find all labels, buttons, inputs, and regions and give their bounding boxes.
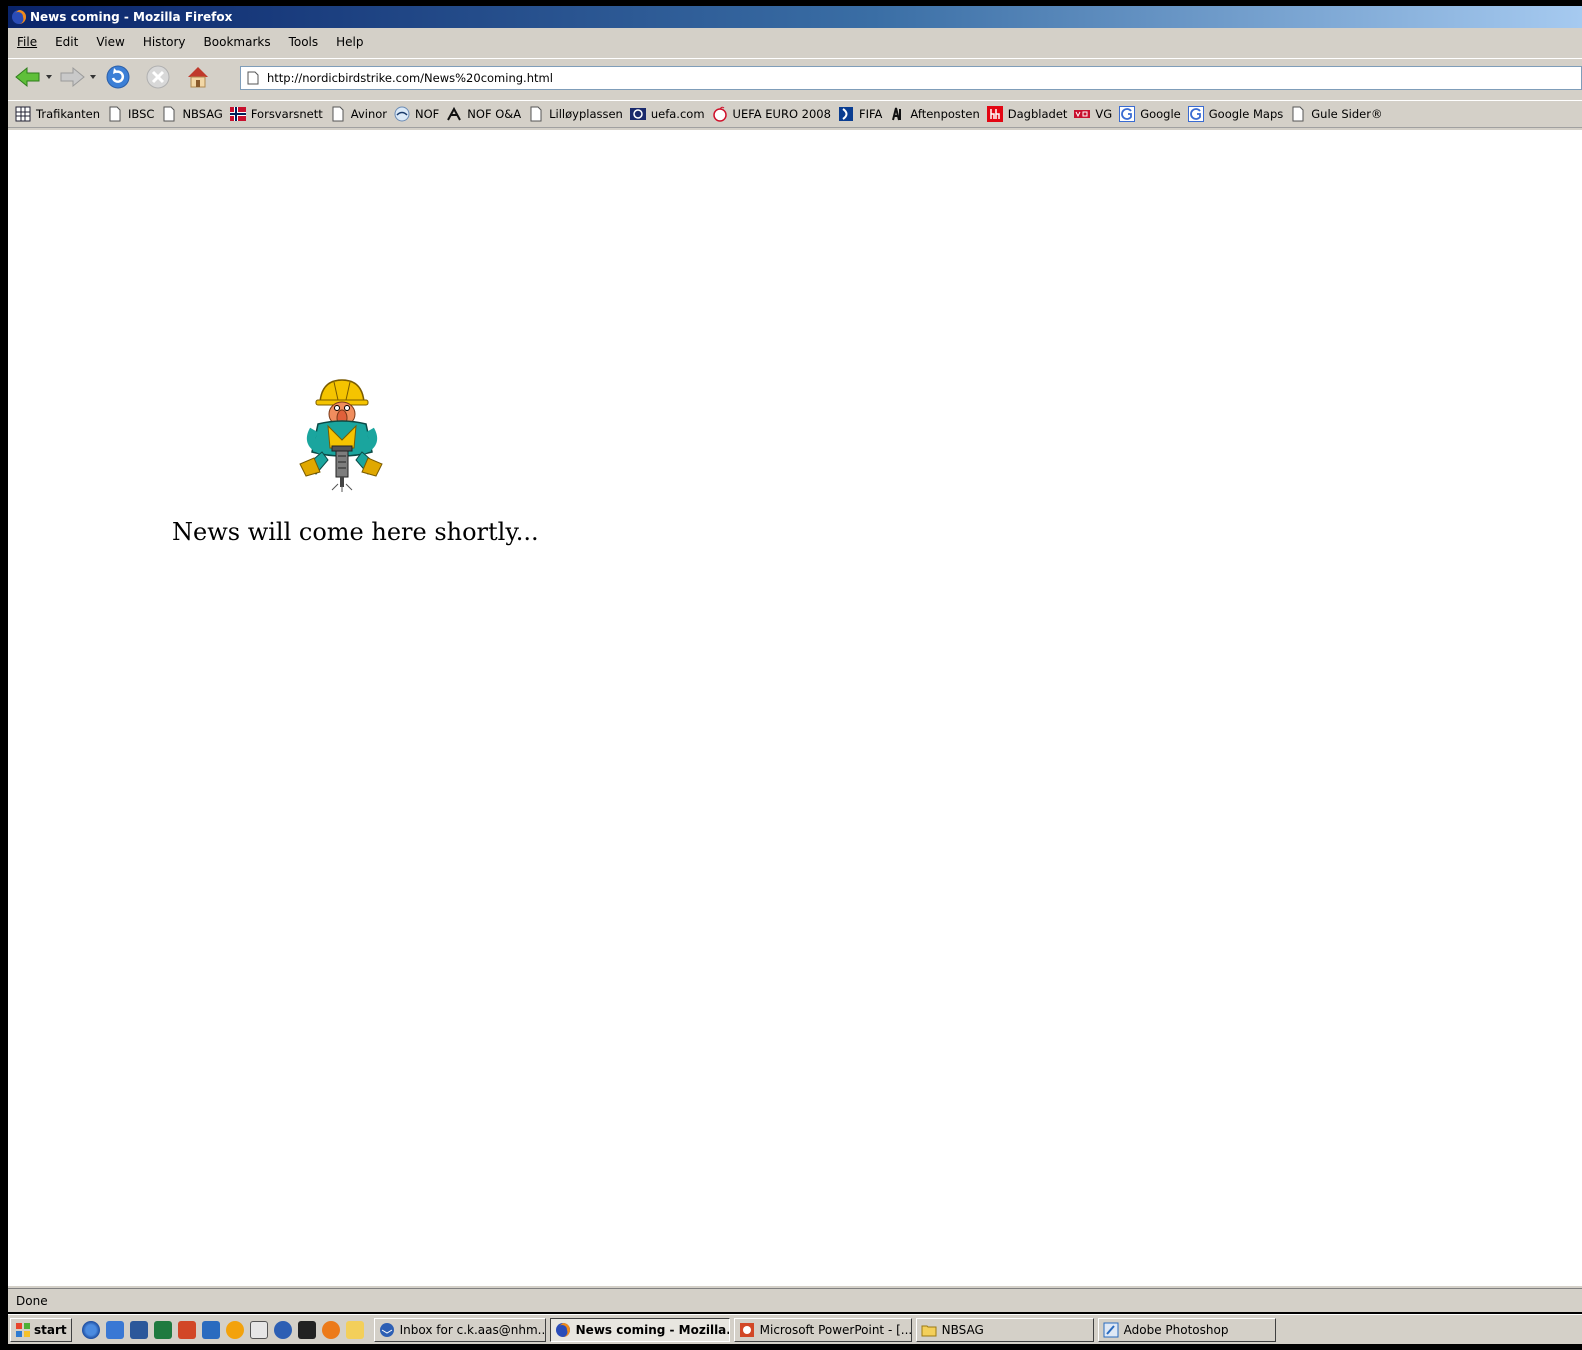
firefox-quick-icon[interactable] — [321, 1320, 340, 1339]
bookmark-google-maps[interactable]: Google Maps — [1187, 106, 1283, 122]
excel-icon[interactable] — [153, 1320, 172, 1339]
construction-worker-image — [299, 379, 383, 492]
page-icon — [1292, 106, 1304, 122]
bookmark-vg[interactable]: VG — [1074, 106, 1112, 122]
menu-bar: File Edit View History Bookmarks Tools H… — [8, 30, 1582, 54]
powerpoint-icon — [739, 1322, 754, 1337]
back-arrow-icon — [15, 66, 40, 87]
bookmark-fifa[interactable]: FIFA — [838, 106, 882, 122]
page-icon — [332, 106, 344, 122]
title-bar[interactable]: News coming - Mozilla Firefox — [8, 6, 1582, 28]
menu-view[interactable]: View — [87, 35, 133, 49]
thunderbird-icon — [379, 1322, 394, 1337]
bird-icon — [447, 106, 462, 121]
photoshop-quick-icon[interactable] — [201, 1320, 220, 1339]
menu-bookmarks[interactable]: Bookmarks — [195, 35, 280, 49]
forward-arrow-icon — [60, 66, 85, 87]
bird-icon — [394, 106, 410, 122]
bookmark-forsvarsnett[interactable]: Forsvarsnett — [229, 106, 323, 122]
url-bar[interactable] — [240, 66, 1582, 90]
internet-explorer-icon[interactable] — [105, 1320, 124, 1339]
bookmark-gule-sider[interactable]: Gule Sider® — [1290, 106, 1382, 122]
start-button[interactable]: start — [10, 1317, 72, 1342]
firefox-icon — [12, 10, 26, 24]
status-text: Done — [16, 1293, 48, 1308]
menu-help[interactable]: Help — [327, 35, 372, 49]
norway-flag-icon — [229, 107, 246, 121]
bookmark-avinor[interactable]: Avinor — [330, 106, 387, 122]
uefa-icon — [629, 108, 646, 120]
reload-button[interactable] — [104, 63, 132, 91]
euro-icon — [712, 106, 727, 122]
menu-file[interactable]: File — [8, 35, 46, 49]
bookmark-trafikanten[interactable]: Trafikanten — [15, 106, 100, 122]
task-photoshop[interactable]: Adobe Photoshop — [1097, 1317, 1276, 1342]
forward-history-dropdown-icon[interactable] — [90, 74, 96, 79]
page-icon — [247, 71, 259, 85]
bookmark-lilloyplassen[interactable]: Lilløyplassen — [528, 106, 623, 122]
url-input[interactable] — [267, 71, 1467, 85]
task-powerpoint[interactable]: Microsoft PowerPoint - [... — [733, 1317, 912, 1342]
stop-icon — [146, 65, 170, 88]
forward-button[interactable] — [58, 65, 86, 89]
news-coming-message: News will come here shortly... — [172, 518, 539, 546]
back-history-dropdown-icon[interactable] — [46, 74, 52, 79]
menu-tools[interactable]: Tools — [280, 35, 328, 49]
folder-icon[interactable] — [345, 1320, 364, 1339]
terminal-icon[interactable] — [297, 1320, 316, 1339]
dagbladet-icon — [986, 106, 1003, 122]
app-orange-icon[interactable] — [225, 1320, 244, 1339]
bookmark-nbsag[interactable]: NBSAG — [161, 106, 223, 122]
bookmark-google[interactable]: Google — [1119, 106, 1181, 122]
browser-window: News coming - Mozilla Firefox File Edit … — [8, 6, 1582, 1312]
back-button[interactable] — [14, 65, 42, 89]
folder-icon — [921, 1325, 937, 1336]
navigation-toolbar — [8, 58, 1582, 94]
page-content: News will come here shortly... — [8, 130, 1582, 1286]
bookmark-aftenposten[interactable]: Aftenposten — [889, 106, 980, 122]
task-firefox[interactable]: News coming - Mozilla... — [549, 1317, 730, 1342]
page-icon — [163, 106, 175, 122]
window-title: News coming - Mozilla Firefox — [30, 10, 233, 24]
page-icon — [530, 106, 542, 122]
reload-icon — [106, 65, 130, 88]
bookmark-nof-oa[interactable]: NOF O&A — [446, 106, 521, 122]
home-button[interactable] — [184, 63, 212, 91]
google-icon — [1119, 106, 1136, 122]
aftenposten-icon — [892, 107, 902, 121]
grid-icon — [15, 106, 31, 122]
word-icon[interactable] — [129, 1320, 148, 1339]
google-icon — [1187, 106, 1204, 122]
stop-button[interactable] — [144, 63, 172, 91]
desktop-screen: News coming - Mozilla Firefox File Edit … — [0, 0, 1582, 1350]
vg-icon — [1074, 110, 1091, 118]
powerpoint-icon[interactable] — [177, 1320, 196, 1339]
menu-edit[interactable]: Edit — [46, 35, 87, 49]
task-inbox[interactable]: Inbox for c.k.aas@nhm.... — [373, 1317, 546, 1342]
media-player-icon[interactable] — [81, 1320, 100, 1339]
bookmark-ibsc[interactable]: IBSC — [107, 106, 154, 122]
page-icon — [109, 106, 121, 122]
bookmark-uefa[interactable]: uefa.com — [629, 106, 705, 122]
photoshop-icon — [1103, 1322, 1119, 1337]
bookmark-uefa-euro-2008[interactable]: UEFA EURO 2008 — [712, 106, 831, 122]
task-nbsag-folder[interactable]: NBSAG — [915, 1317, 1094, 1342]
bookmarks-toolbar: Trafikanten IBSC NBSAG Forsvarsnett Avin… — [8, 100, 1582, 128]
bookmark-nof[interactable]: NOF — [394, 106, 439, 122]
quick-launch-bar — [81, 1320, 370, 1339]
menu-history[interactable]: History — [134, 35, 195, 49]
bookmark-dagbladet[interactable]: Dagbladet — [986, 106, 1067, 122]
status-bar: Done — [8, 1288, 1582, 1312]
move-arrows-icon[interactable] — [249, 1320, 268, 1339]
firefox-icon — [555, 1322, 570, 1337]
thunderbird-icon[interactable] — [273, 1320, 292, 1339]
windows-flag-icon — [16, 1322, 30, 1337]
home-icon — [188, 66, 208, 87]
taskbar: start Inbox for c.k.aas@nhm.... News com… — [8, 1314, 1582, 1344]
fifa-icon — [838, 107, 853, 121]
